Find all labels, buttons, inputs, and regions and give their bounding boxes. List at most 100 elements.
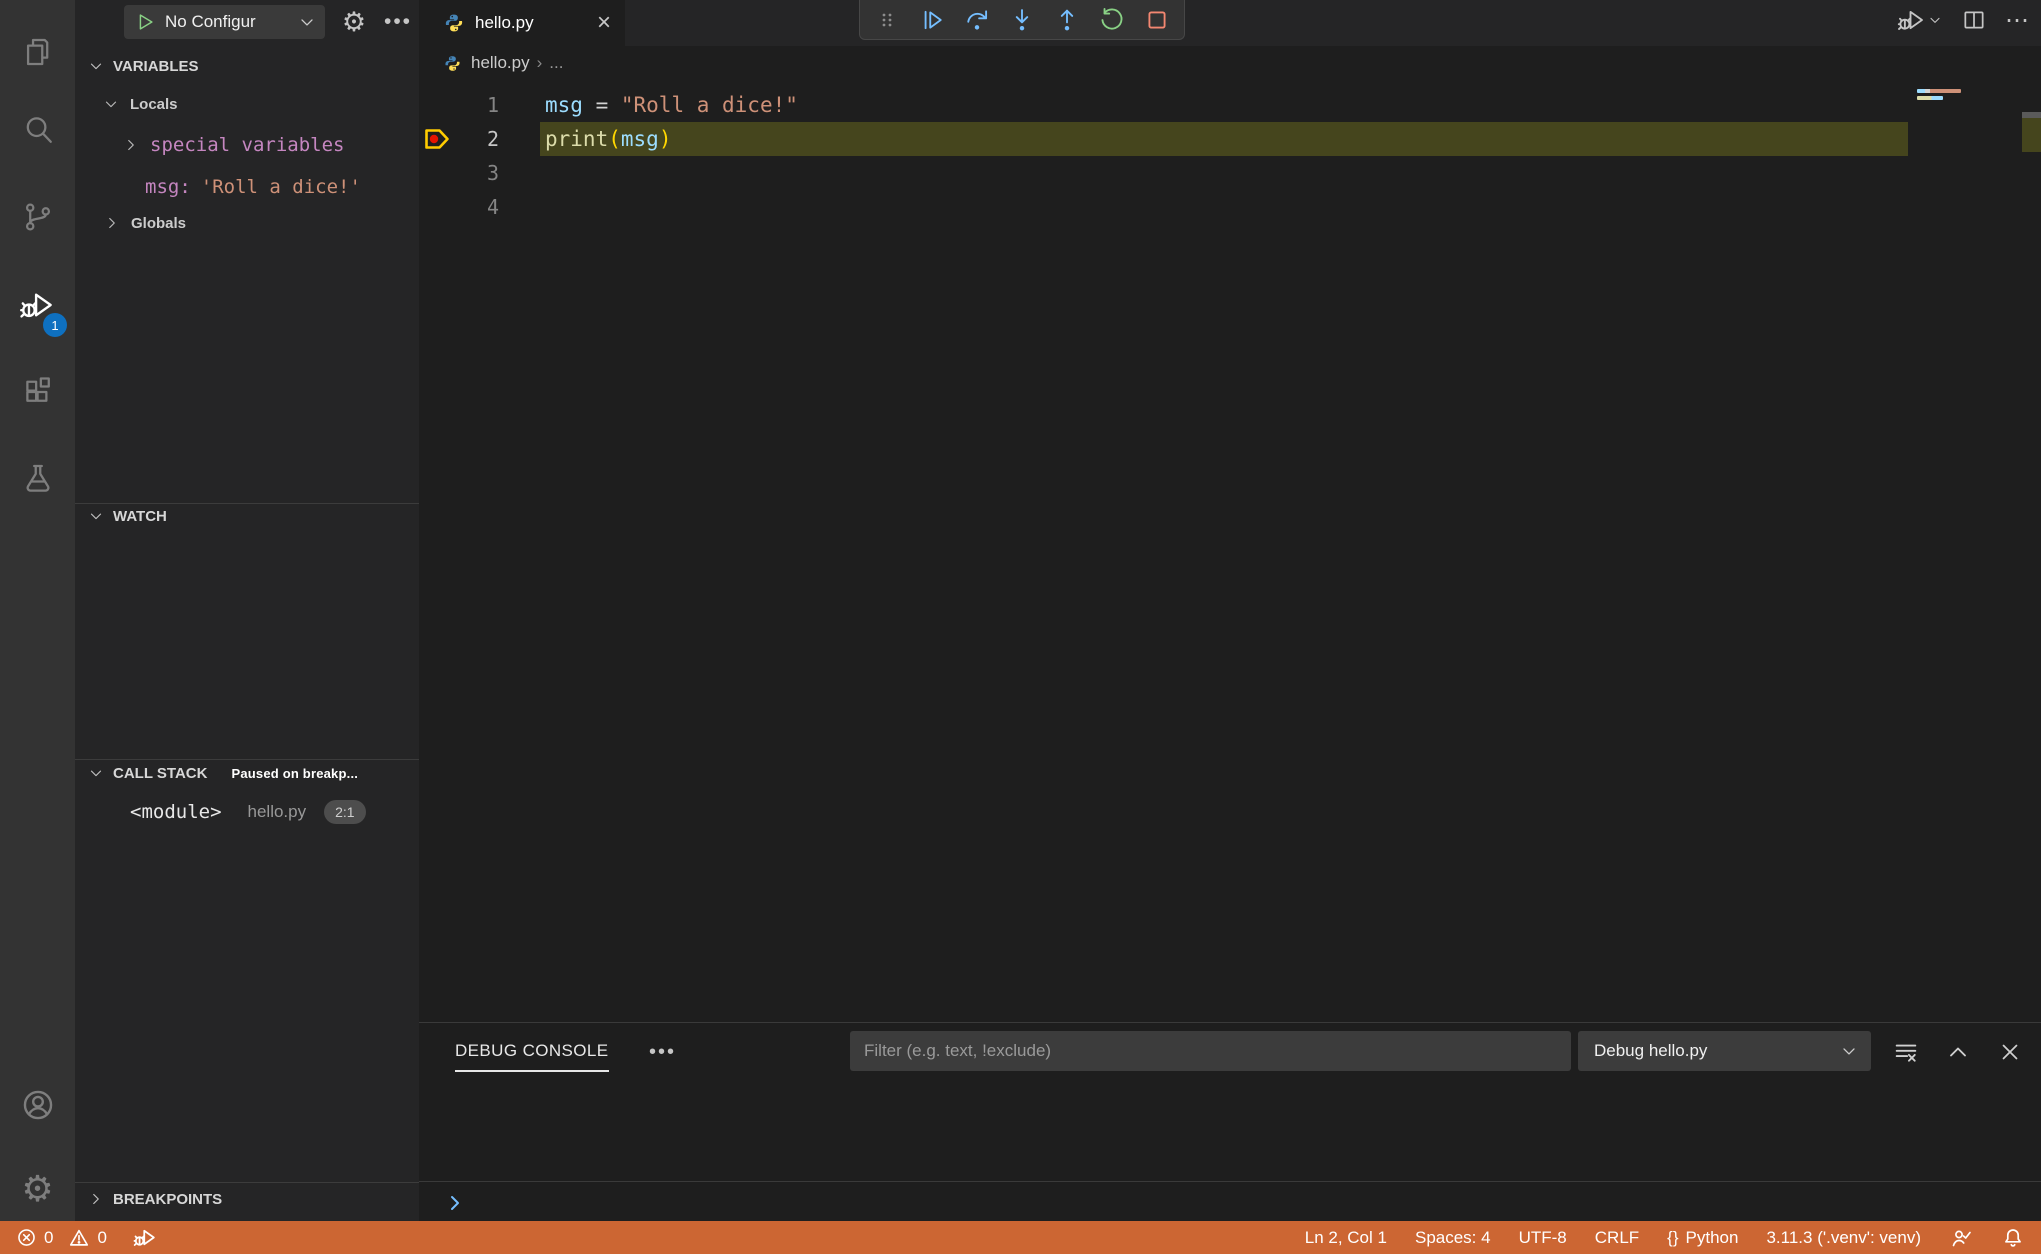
line-number: 1 [486, 93, 499, 117]
current-line-highlight [540, 122, 1908, 156]
error-count: 0 [44, 1227, 54, 1247]
debug-settings-gear-icon[interactable]: ⚙ [338, 6, 370, 38]
chevron-down-icon [87, 57, 105, 75]
variable-value: 'Roll a dice!' [200, 176, 361, 198]
cursor-position[interactable]: Ln 2, Col 1 [1305, 1228, 1387, 1248]
debug-sidebar: No Configur ⚙ ••• VARIABLES Locals speci… [75, 0, 419, 1221]
debug-config-dropdown[interactable]: No Configur [124, 5, 325, 39]
chevron-down-icon [87, 507, 105, 525]
debug-sidebar-toolbar: No Configur ⚙ ••• [75, 0, 419, 46]
call-stack-title: CALL STACK [113, 764, 208, 782]
variables-locals-row[interactable]: Locals [102, 95, 178, 113]
section-divider [75, 503, 419, 504]
language-mode[interactable]: {} Python [1667, 1228, 1738, 1248]
watch-section-header[interactable]: WATCH [87, 507, 167, 525]
activity-run-and-debug[interactable]: 1 [0, 271, 75, 339]
encoding[interactable]: UTF-8 [1519, 1228, 1567, 1248]
flask-icon [21, 461, 55, 495]
continue-button[interactable] [915, 3, 949, 37]
code-line-3[interactable]: 3 [419, 156, 2041, 190]
line-number: 4 [486, 195, 499, 219]
debug-status-icon[interactable] [133, 1225, 158, 1250]
code-line-2[interactable]: 2 print(msg) [419, 122, 2041, 156]
feedback-icon[interactable] [1949, 1226, 1973, 1250]
variables-title: VARIABLES [113, 57, 199, 75]
stop-button[interactable] [1140, 3, 1174, 37]
special-variables-label: special variables [150, 134, 345, 156]
variable-name: msg: [145, 176, 191, 198]
step-into-button[interactable] [1005, 3, 1039, 37]
call-stack-section-header[interactable]: CALL STACK Paused on breakp... [87, 764, 358, 782]
breakpoints-section-header[interactable]: BREAKPOINTS [87, 1190, 222, 1208]
tab-debug-console[interactable]: DEBUG CONSOLE [455, 1041, 609, 1072]
panel-more-actions-icon[interactable]: ••• [649, 1041, 676, 1064]
activity-search[interactable] [0, 96, 75, 164]
breadcrumb-separator: › [536, 53, 543, 72]
more-actions-icon[interactable]: ⋯ [2005, 6, 2031, 35]
restart-button[interactable] [1095, 3, 1129, 37]
chevron-right-icon [122, 136, 140, 154]
msg-variable-row[interactable]: msg: 'Roll a dice!' [145, 176, 361, 198]
run-or-debug-icon[interactable] [1897, 5, 1943, 35]
code-line-1[interactable]: 1 msg = "Roll a dice!" [419, 88, 2041, 122]
python-icon [443, 12, 465, 34]
activity-explorer[interactable] [0, 18, 75, 86]
debug-session-label: Debug hello.py [1594, 1041, 1708, 1060]
special-variables-row[interactable]: special variables [122, 134, 344, 156]
code-line-4[interactable]: 4 [419, 190, 2041, 224]
activity-settings[interactable]: ⚙ [0, 1156, 75, 1224]
problems-status[interactable]: 0 0 [16, 1227, 107, 1249]
chevron-right-icon [443, 1191, 467, 1215]
files-icon [21, 35, 55, 69]
tab-hello-py[interactable]: hello.py × [419, 0, 625, 46]
debug-toolbar [859, 0, 1185, 40]
python-interpreter[interactable]: 3.11.3 ('.venv': venv) [1766, 1228, 1921, 1248]
call-stack-frame-row[interactable]: <module> hello.py 2:1 [130, 800, 366, 824]
variables-globals-row[interactable]: Globals [103, 214, 186, 232]
clear-console-icon[interactable] [1891, 1037, 1921, 1067]
sidebar-more-actions-icon[interactable]: ••• [381, 6, 415, 38]
minimap-code-line [1917, 89, 1961, 93]
watch-title: WATCH [113, 507, 167, 525]
close-tab-icon[interactable]: × [597, 11, 611, 35]
console-filter-input[interactable] [850, 1031, 1571, 1071]
python-icon [443, 54, 462, 73]
chevron-down-icon [1839, 1041, 1859, 1061]
minimap-current-line [2022, 118, 2041, 152]
notifications-bell-icon[interactable] [2001, 1226, 2025, 1250]
debug-session-select[interactable]: Debug hello.py [1578, 1031, 1871, 1071]
activity-bar: 1 ⚙ [0, 0, 75, 1221]
activity-extensions[interactable] [0, 357, 75, 425]
step-out-button[interactable] [1050, 3, 1084, 37]
minimap-code-line [1917, 96, 1943, 100]
chevron-down-icon [102, 95, 120, 113]
step-over-button[interactable] [960, 3, 994, 37]
editor-actions: ⋯ [1897, 0, 2031, 40]
warning-icon [68, 1227, 90, 1249]
extensions-icon [21, 374, 55, 408]
code-text: print(msg) [545, 127, 672, 151]
console-input-row[interactable] [419, 1181, 2041, 1222]
variables-section-header[interactable]: VARIABLES [87, 57, 199, 75]
search-icon [21, 113, 55, 147]
line-number: 3 [486, 161, 499, 185]
error-icon [16, 1227, 37, 1248]
debug-console-panel: DEBUG CONSOLE ••• Debug hello.py [419, 1022, 2041, 1221]
breadcrumb-symbol[interactable]: ... [549, 53, 563, 73]
drag-grip-icon[interactable] [870, 3, 904, 37]
breadcrumb-file[interactable]: hello.py [471, 53, 530, 73]
debug-count-badge: 1 [43, 313, 67, 337]
activity-source-control[interactable] [0, 183, 75, 251]
indentation[interactable]: Spaces: 4 [1415, 1228, 1491, 1248]
frame-name: <module> [130, 801, 222, 823]
split-editor-icon[interactable] [1961, 7, 1987, 33]
code-view[interactable]: 1 msg = "Roll a dice!" 2 print(msg) 3 4 [419, 88, 2041, 224]
activity-accounts[interactable] [0, 1071, 75, 1139]
close-panel-icon[interactable] [1995, 1037, 2025, 1067]
eol-sequence[interactable]: CRLF [1595, 1228, 1639, 1248]
line-number: 2 [486, 127, 499, 151]
activity-testing[interactable] [0, 444, 75, 512]
frame-file: hello.py [247, 802, 307, 821]
tab-title: hello.py [475, 13, 534, 32]
maximize-panel-icon[interactable] [1943, 1037, 1973, 1067]
